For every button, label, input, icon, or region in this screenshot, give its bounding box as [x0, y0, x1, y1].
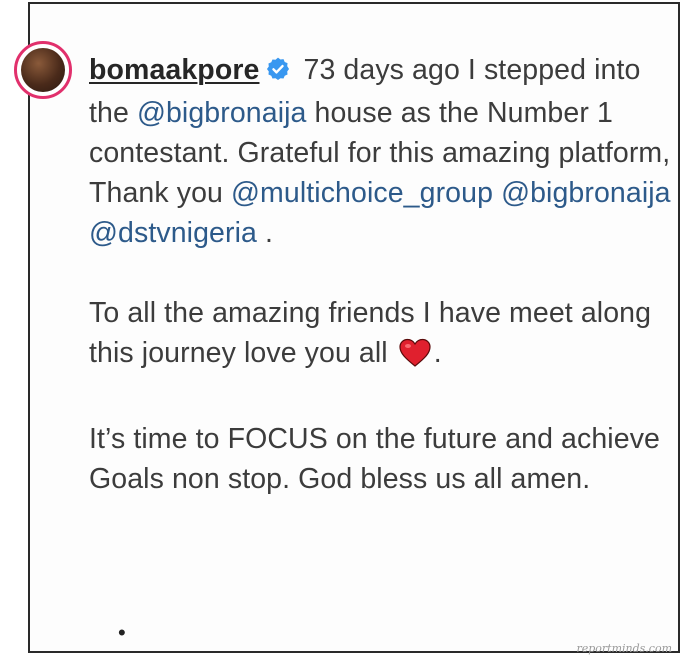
- verified-badge-icon: [265, 53, 291, 93]
- caption-paragraph-2: To all the amazing friends I have meet a…: [89, 293, 679, 379]
- caption-space: [493, 177, 501, 209]
- post-caption: bomaakpore 73 days ago I stepped into th…: [89, 50, 679, 499]
- mention-bigbronaija[interactable]: @bigbronaija: [137, 97, 307, 129]
- red-heart-emoji-icon: [398, 338, 432, 379]
- avatar[interactable]: [14, 41, 72, 99]
- caption-text: To all the amazing friends I have meet a…: [89, 297, 652, 369]
- caption-text: .: [433, 337, 442, 369]
- caption-paragraph-3: It’s time to FOCUS on the future and ach…: [89, 419, 679, 499]
- watermark: reportminds.com: [576, 642, 672, 655]
- mention-multichoice-group[interactable]: @multichoice_group: [231, 177, 493, 209]
- mention-bigbronaija[interactable]: @bigbronaija: [501, 177, 671, 209]
- caption-text: .: [256, 217, 274, 249]
- caption-paragraph-1: bomaakpore 73 days ago I stepped into th…: [89, 50, 679, 253]
- more-bullet: •: [118, 620, 126, 645]
- mention-dstvnigeria[interactable]: @dstvnigeria: [89, 217, 257, 249]
- caption-text: It’s time to FOCUS on the future and ach…: [89, 423, 660, 495]
- username-link[interactable]: bomaakpore: [89, 54, 259, 86]
- avatar-image: [21, 48, 65, 92]
- instagram-comment-card: bomaakpore 73 days ago I stepped into th…: [14, 2, 680, 653]
